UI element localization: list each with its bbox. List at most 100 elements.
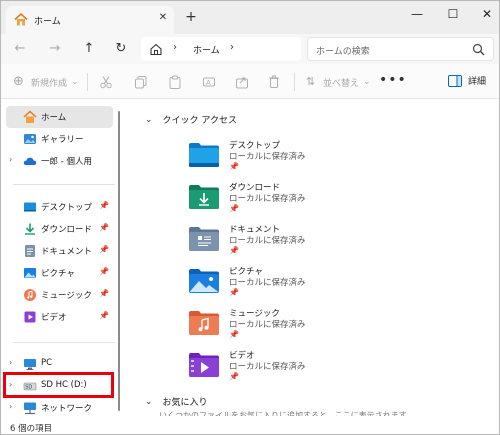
collapse-chevron-icon[interactable]: ⌄: [145, 397, 153, 407]
refresh-button[interactable]: ↻: [111, 39, 131, 59]
maximize-button[interactable]: ☐: [441, 5, 465, 23]
item-status: ローカルに保存済み: [229, 236, 306, 246]
quick-access-item-downloads[interactable]: ダウンロード ローカルに保存済み 📌: [188, 181, 388, 217]
quick-access-item-desktop[interactable]: デスクトップ ローカルに保存済み 📌: [188, 139, 388, 175]
expand-chevron-icon[interactable]: ›: [9, 402, 12, 411]
address-field[interactable]: › ホーム ›: [141, 37, 301, 61]
music-folder-icon: [189, 311, 219, 335]
pin-icon: 📌: [229, 372, 239, 381]
paste-icon[interactable]: [168, 73, 182, 91]
item-status: ローカルに保存済み: [229, 320, 306, 330]
chevron-down-icon: ⌄: [71, 77, 79, 87]
home-icon: [23, 110, 37, 123]
search-input[interactable]: ホームの検索: [307, 37, 494, 61]
new-tab-button[interactable]: +: [183, 9, 199, 25]
sidebar-scrollbar[interactable]: [118, 111, 120, 411]
window-close-button[interactable]: ✕: [475, 5, 499, 23]
up-button[interactable]: ↑: [79, 39, 99, 59]
item-count: 6 個の項目: [10, 424, 53, 434]
pin-icon[interactable]: 📌: [99, 289, 109, 298]
copy-icon[interactable]: [134, 73, 148, 91]
sidebar-divider: [13, 184, 115, 185]
pin-icon[interactable]: 📌: [99, 267, 109, 276]
home-icon: [14, 13, 28, 26]
plus-circle-icon: ⊕: [13, 74, 24, 89]
item-status: ローカルに保存済み: [229, 362, 306, 372]
forward-button[interactable]: →: [45, 39, 65, 59]
cut-icon[interactable]: [99, 73, 113, 91]
download-folder-icon: [25, 223, 35, 235]
quick-access-item-videos[interactable]: ビデオ ローカルに保存済み 📌: [188, 349, 388, 385]
sidebar-item-gallery[interactable]: ギャラリー: [6, 128, 113, 150]
sidebar-item-music[interactable]: ミュージック 📌: [6, 284, 113, 306]
more-options-button[interactable]: •••: [379, 72, 407, 88]
expand-chevron-icon[interactable]: ›: [9, 358, 12, 367]
sidebar-item-label: ビデオ: [41, 313, 67, 323]
back-button[interactable]: ←: [10, 39, 30, 59]
pin-icon: 📌: [229, 330, 239, 339]
item-status: ローカルに保存済み: [229, 278, 306, 288]
sidebar-item-network[interactable]: › ネットワーク: [6, 397, 113, 419]
quick-access-item-documents[interactable]: ドキュメント ローカルに保存済み 📌: [188, 223, 388, 259]
highlight-annotation-box: [3, 372, 114, 398]
item-status: ローカルに保存済み: [229, 194, 306, 204]
sidebar-item-documents[interactable]: ドキュメント 📌: [6, 240, 113, 262]
section-title: クイック アクセス: [162, 116, 237, 126]
search-placeholder: ホームの検索: [316, 47, 370, 57]
favorites-header[interactable]: ⌄ お気に入り: [145, 395, 208, 409]
videos-folder-icon: [189, 353, 219, 377]
new-button[interactable]: ⊕ 新規作成 ⌄: [13, 73, 79, 91]
rename-icon[interactable]: A: [202, 73, 216, 91]
breadcrumb-separator[interactable]: ›: [230, 42, 234, 53]
sidebar-divider: [13, 342, 115, 343]
pin-icon[interactable]: 📌: [99, 311, 109, 320]
command-bar: ⊕ 新規作成 ⌄ A ⇅ 並べ替え ⌄ ••• 詳細: [1, 64, 499, 99]
pin-icon: 📌: [229, 204, 239, 213]
address-bar-row: ← → ↑ ↻ › ホーム › ホームの検索: [1, 34, 499, 64]
sidebar-item-pictures[interactable]: ピクチャ 📌: [6, 262, 113, 284]
details-pane-button[interactable]: 詳細: [448, 74, 486, 87]
tab-home[interactable]: ホーム ✕: [6, 6, 174, 34]
sidebar-item-downloads[interactable]: ダウンロード 📌: [6, 218, 113, 240]
tab-close-icon[interactable]: ✕: [156, 11, 170, 25]
sidebar-item-label: PC: [41, 358, 53, 368]
pin-icon[interactable]: 📌: [99, 201, 109, 210]
sidebar-item-home[interactable]: ホーム: [6, 106, 113, 128]
section-title: お気に入り: [162, 398, 208, 408]
collapse-chevron-icon[interactable]: ⌄: [145, 115, 153, 125]
toolbar-divider: [87, 73, 88, 91]
download-folder-icon: [189, 185, 219, 209]
pin-icon: 📌: [229, 288, 239, 297]
breadcrumb-separator[interactable]: ›: [173, 42, 177, 53]
details-label: 詳細: [468, 77, 487, 87]
quick-access-header[interactable]: ⌄ クイック アクセス: [145, 113, 237, 127]
content-pane: ⌄ クイック アクセス デスクトップ ローカルに保存済み 📌 ダウンロード ロー…: [131, 100, 499, 420]
favorites-hint-text: いくつかのファイルをお気に入りに追加すると、ここに表示されます。: [159, 411, 414, 416]
breadcrumb-home[interactable]: ホーム: [193, 43, 220, 56]
minimize-button[interactable]: —: [405, 5, 429, 23]
title-bar: ホーム ✕ + — ☐ ✕: [1, 1, 499, 34]
share-icon[interactable]: [235, 73, 249, 91]
sort-button[interactable]: ⇅ 並べ替え ⌄: [306, 73, 371, 91]
sidebar-item-label: ギャラリー: [41, 135, 84, 145]
sidebar-item-onedrive[interactable]: › 一郎 - 個人用: [6, 150, 113, 172]
sort-icon: ⇅: [306, 75, 316, 88]
sidebar-item-label: ホーム: [41, 113, 67, 123]
sidebar-item-label: ダウンロード: [41, 225, 93, 235]
expand-chevron-icon[interactable]: ›: [9, 155, 12, 164]
quick-access-item-music[interactable]: ミュージック ローカルに保存済み 📌: [188, 307, 388, 343]
sidebar-item-videos[interactable]: ビデオ 📌: [6, 306, 113, 328]
documents-folder-icon: [25, 245, 35, 257]
chevron-down-icon: ⌄: [363, 77, 371, 87]
pin-icon[interactable]: 📌: [99, 245, 109, 254]
sidebar-item-desktop[interactable]: デスクトップ 📌: [6, 196, 113, 218]
tab-title: ホーム: [34, 17, 61, 27]
search-icon: [472, 43, 485, 56]
desktop-folder-icon: [24, 202, 36, 212]
pin-icon[interactable]: 📌: [99, 223, 109, 232]
pin-icon: 📌: [229, 246, 239, 255]
quick-access-item-pictures[interactable]: ピクチャ ローカルに保存済み 📌: [188, 265, 388, 301]
network-icon: [24, 402, 36, 415]
delete-icon[interactable]: [267, 73, 281, 91]
pictures-folder-icon: [189, 269, 219, 293]
